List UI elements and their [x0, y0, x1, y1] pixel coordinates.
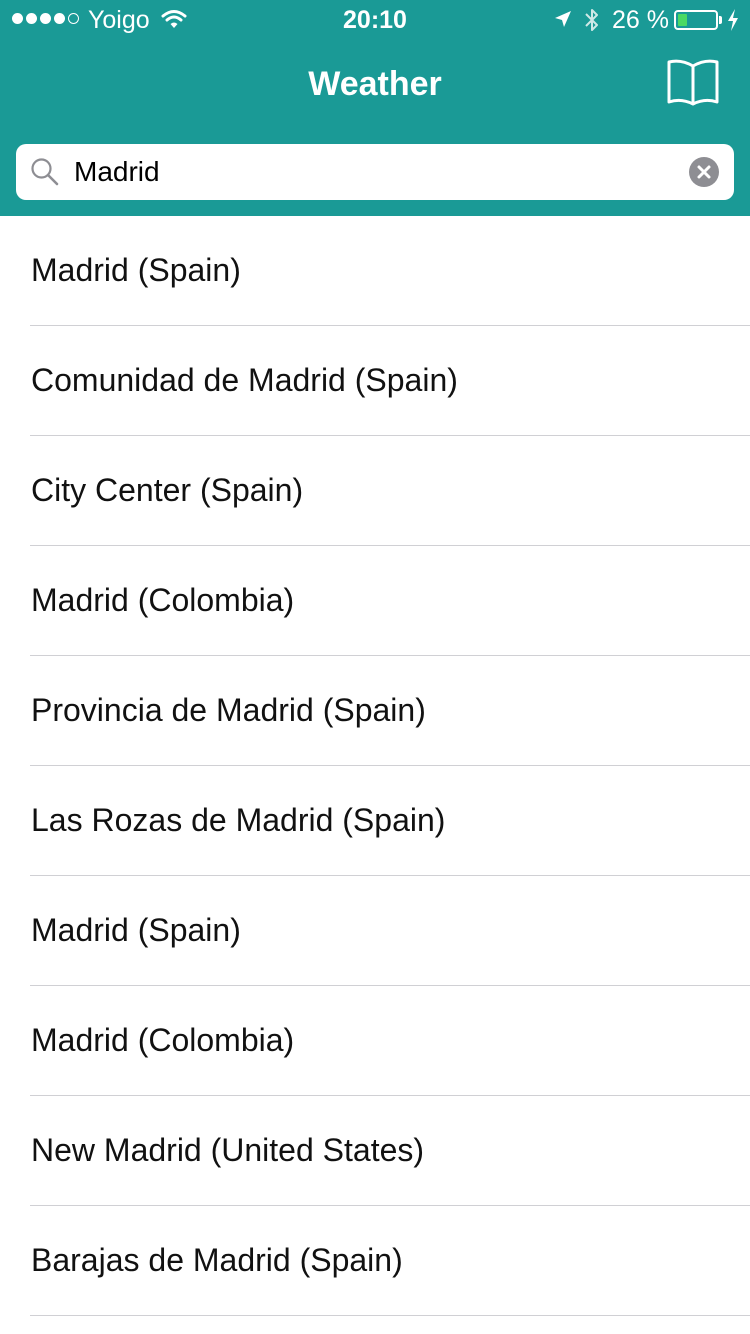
bluetooth-icon	[585, 9, 598, 31]
battery-level	[678, 14, 688, 26]
result-item[interactable]: Madrid (Colombia)	[0, 546, 750, 656]
result-label: Madrid (Colombia)	[31, 582, 295, 618]
result-label: Barajas de Madrid (Spain)	[31, 1242, 403, 1278]
result-label: City Center (Spain)	[31, 472, 304, 508]
result-label: Madrid (Colombia)	[31, 1022, 295, 1058]
clear-circle-icon	[697, 165, 711, 179]
result-label: New Madrid (United States)	[31, 1132, 425, 1168]
status-bar: Yoigo 20:10 26 %	[0, 0, 750, 40]
bookmarks-button[interactable]	[664, 56, 722, 108]
result-label: Las Rozas de Madrid (Spain)	[31, 802, 446, 838]
battery-percent: 26 %	[612, 6, 669, 34]
result-item[interactable]: Provincia de Madrid (Spain)	[0, 656, 750, 766]
location-arrow-icon	[555, 11, 571, 27]
search-input[interactable]	[74, 144, 674, 200]
result-label: Provincia de Madrid (Spain)	[31, 692, 426, 728]
result-item[interactable]: New Madrid (United States)	[0, 1096, 750, 1206]
result-item[interactable]: Comunidad de Madrid (Spain)	[0, 326, 750, 436]
result-item[interactable]: Madrid (Colombia)	[0, 986, 750, 1096]
result-item[interactable]: Las Rozas de Madrid (Spain)	[0, 766, 750, 876]
search-bar[interactable]	[16, 144, 734, 200]
result-item[interactable]: Barajas de Madrid (Spain)	[0, 1206, 750, 1316]
clear-search-button[interactable]	[689, 157, 719, 187]
result-item[interactable]: Madrid (Spain)	[0, 876, 750, 986]
search-results-list: Madrid (Spain) Comunidad de Madrid (Spai…	[0, 216, 750, 1316]
result-label: Madrid (Spain)	[31, 252, 241, 288]
book-open-icon	[667, 59, 719, 106]
battery-icon	[674, 10, 718, 30]
result-label: Madrid (Spain)	[31, 912, 241, 948]
charging-bolt-icon	[728, 9, 738, 31]
battery-cap	[719, 16, 722, 24]
result-item[interactable]: Madrid (Spain)	[0, 216, 750, 326]
page-title: Weather	[308, 65, 442, 103]
result-item[interactable]: City Center (Spain)	[0, 436, 750, 546]
top-bar: Yoigo 20:10 26 % Weather	[0, 0, 750, 216]
magnifier-icon	[31, 158, 59, 186]
result-label: Comunidad de Madrid (Spain)	[31, 362, 458, 398]
